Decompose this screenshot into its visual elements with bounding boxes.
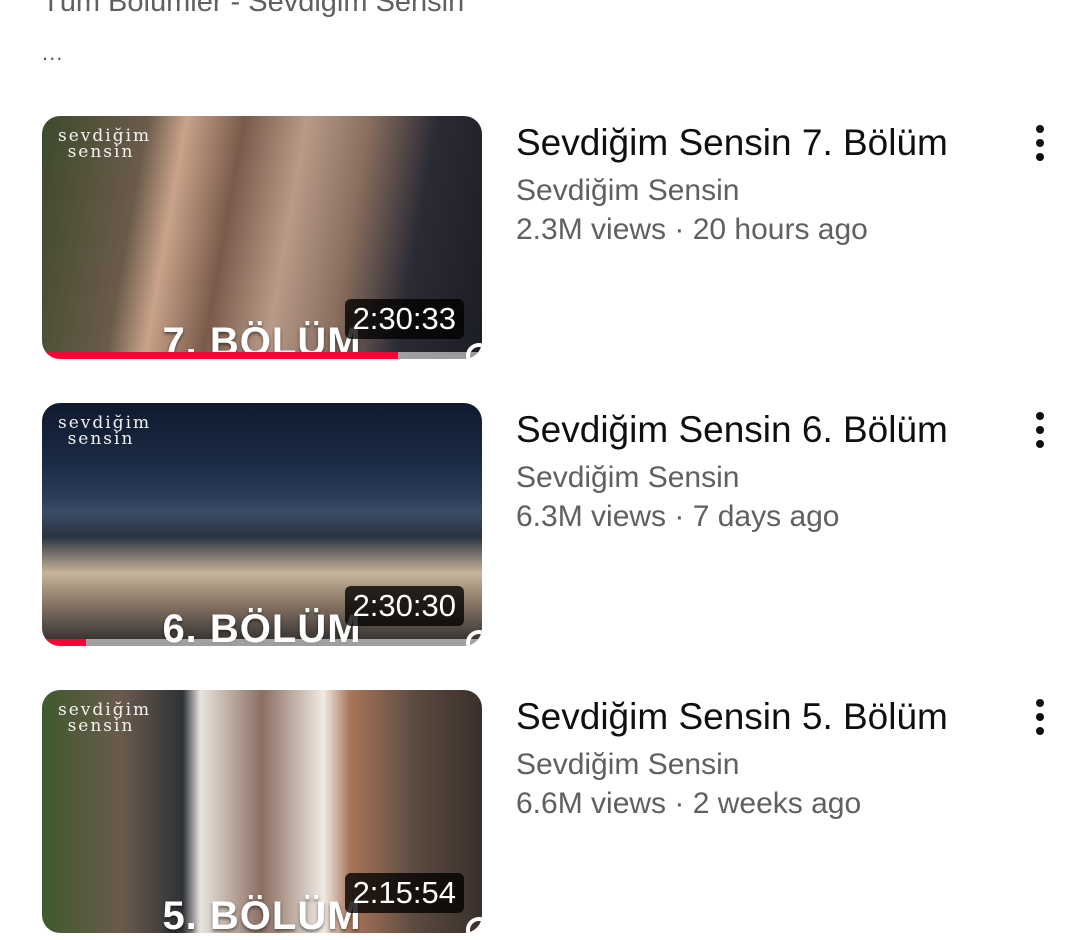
vertical-dots-icon [1036, 412, 1044, 420]
vertical-dots-icon-dot [1036, 139, 1044, 147]
view-count: 2.3M views [516, 213, 667, 246]
video-thumbnail[interactable]: sevdiğim sensin 5. BÖLÜM 2:15:54 [42, 690, 482, 933]
vertical-dots-icon [1036, 125, 1044, 133]
meta-separator: · [666, 500, 693, 533]
video-stats: 2.3M views · 20 hours ago [516, 211, 996, 249]
thumbnail-logo: sevdiğim sensin [58, 413, 152, 449]
watch-progress-bar [42, 639, 482, 646]
vertical-dots-icon-dot [1036, 426, 1044, 434]
video-item[interactable]: sevdiğim sensin 6. BÖLÜM 2:30:30 Sevdiği… [0, 403, 1078, 653]
vertical-dots-icon-dot [1036, 153, 1044, 161]
playlist-header: Tüm Bölümler - Sevdiğim Sensin ... [0, 0, 1078, 70]
thumbnail-logo: sevdiğim sensin [58, 700, 152, 736]
more-options-button[interactable] [1020, 118, 1060, 168]
video-title[interactable]: Sevdiğim Sensin 7. Bölüm [516, 120, 996, 166]
thumbnail-logo: sevdiğim sensin [58, 126, 152, 162]
upload-age: 2 weeks ago [692, 787, 862, 820]
vertical-dots-icon-dot [1036, 727, 1044, 735]
description-more[interactable]: ... [42, 40, 63, 66]
vertical-dots-icon-dot [1036, 713, 1044, 721]
duration-badge: 2:15:54 [344, 873, 464, 913]
vertical-dots-icon-dot [1036, 440, 1044, 448]
vertical-dots-icon [1036, 699, 1044, 707]
upload-age: 20 hours ago [692, 213, 868, 246]
channel-name[interactable]: Sevdiğim Sensin [516, 171, 996, 211]
watch-progress-bar [42, 352, 482, 359]
video-thumbnail[interactable]: sevdiğim sensin 7. BÖLÜM 2:30:33 [42, 116, 482, 359]
video-title[interactable]: Sevdiğim Sensin 5. Bölüm [516, 694, 996, 740]
upload-age: 7 days ago [692, 500, 840, 533]
watch-progress-fill [42, 352, 399, 359]
channel-name[interactable]: Sevdiğim Sensin [516, 745, 996, 785]
channel-name[interactable]: Sevdiğim Sensin [516, 458, 996, 498]
video-thumbnail[interactable]: sevdiğim sensin 6. BÖLÜM 2:30:30 [42, 403, 482, 646]
more-options-button[interactable] [1020, 692, 1060, 742]
video-stats: 6.6M views · 2 weeks ago [516, 785, 996, 823]
view-count: 6.3M views [516, 500, 667, 533]
video-item[interactable]: sevdiğim sensin 7. BÖLÜM 2:30:33 Sevdiği… [0, 116, 1078, 366]
duration-badge: 2:30:30 [344, 586, 464, 626]
video-item[interactable]: sevdiğim sensin 5. BÖLÜM 2:15:54 Sevdiği… [0, 690, 1078, 940]
video-title[interactable]: Sevdiğim Sensin 6. Bölüm [516, 407, 996, 453]
video-stats: 6.3M views · 7 days ago [516, 498, 996, 536]
meta-separator: · [666, 787, 693, 820]
view-count: 6.6M views [516, 787, 667, 820]
meta-separator: · [666, 213, 693, 246]
playlist-description: Tüm Bölümler - Sevdiğim Sensin [42, 0, 465, 18]
duration-badge: 2:30:33 [344, 299, 464, 339]
more-options-button[interactable] [1020, 405, 1060, 455]
watch-progress-fill [42, 639, 86, 646]
